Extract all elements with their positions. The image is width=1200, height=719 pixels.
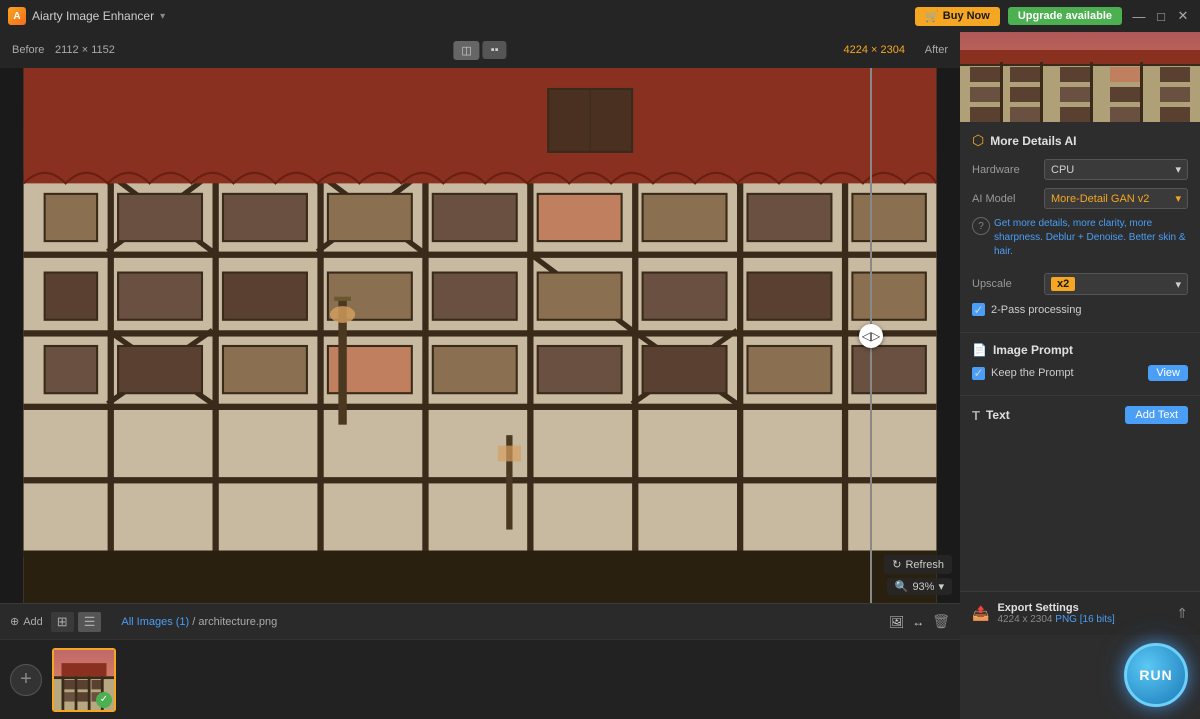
thumb-checkmark: ✓ bbox=[96, 692, 112, 708]
minimize-button[interactable]: — bbox=[1130, 7, 1148, 25]
filmstrip-thumbnail[interactable]: ✓ bbox=[52, 648, 116, 712]
section-header: ⬡ More Details AI bbox=[972, 132, 1188, 149]
image-prompt-section: 📄 Image Prompt ✓ Keep the Prompt View bbox=[960, 333, 1200, 396]
export-details: 4224 x 2304 PNG [16 bits] bbox=[997, 614, 1114, 625]
filename: architecture.png bbox=[198, 616, 277, 628]
export-section: 📤 Export Settings 4224 x 2304 PNG [16 bi… bbox=[960, 591, 1200, 635]
size-after: 4224 × 2304 bbox=[844, 44, 905, 56]
zoom-dropdown-icon: ▾ bbox=[938, 580, 944, 593]
image-icon: 🖼 bbox=[889, 615, 904, 629]
app-icon: A bbox=[8, 7, 26, 25]
add-text-button[interactable]: Add Text bbox=[1125, 406, 1188, 424]
keep-prompt-checkbox[interactable]: ✓ bbox=[972, 367, 985, 380]
filmstrip: + bbox=[0, 639, 960, 719]
export-expand-button[interactable]: ⇑ bbox=[1176, 605, 1188, 622]
sidebar-preview bbox=[960, 32, 1200, 122]
close-button[interactable]: ✕ bbox=[1174, 7, 1192, 25]
ai-model-row: AI Model More-Detail GAN v2 ▾ bbox=[972, 188, 1188, 209]
app-title: Aiarty Image Enhancer bbox=[32, 9, 154, 23]
all-images-link[interactable]: All Images (1) bbox=[121, 616, 189, 628]
viewer-topbar: Before 2112 × 1152 ◫ ▪▪ 4224 × 2304 Afte… bbox=[0, 32, 960, 68]
compare-side-button[interactable]: ▪▪ bbox=[483, 41, 507, 59]
viewer-actions-overlay: ↻ Refresh 🔍 93% ▾ bbox=[884, 555, 952, 595]
upscale-dropdown-icon: ▾ bbox=[1175, 278, 1181, 291]
run-button-container: RUN bbox=[960, 635, 1200, 719]
buy-icon: 🛒 bbox=[925, 10, 939, 23]
after-label: After bbox=[925, 44, 948, 56]
keep-prompt-row: ✓ Keep the Prompt View bbox=[972, 365, 1188, 381]
compare-split-button[interactable]: ◫ bbox=[453, 41, 479, 60]
strip-right: 🖼 ↔ 🗑 bbox=[889, 613, 950, 630]
add-button[interactable]: ⊕ Add bbox=[10, 615, 43, 628]
hardware-label: Hardware bbox=[972, 164, 1044, 176]
more-details-icon: ⬡ bbox=[972, 132, 984, 149]
buy-now-button[interactable]: 🛒 Buy Now bbox=[915, 7, 1000, 26]
grid-view-button[interactable]: ⊞ bbox=[51, 612, 74, 632]
text-section-title: Text bbox=[986, 408, 1010, 422]
list-view-button[interactable]: ☰ bbox=[78, 612, 102, 632]
text-header: T Text Add Text bbox=[972, 406, 1188, 424]
section-title: More Details AI bbox=[990, 134, 1076, 148]
upscale-row: Upscale x2 ▾ bbox=[972, 273, 1188, 295]
keep-prompt-label: Keep the Prompt bbox=[991, 367, 1074, 379]
run-button[interactable]: RUN bbox=[1124, 643, 1188, 707]
upgrade-button[interactable]: Upgrade available bbox=[1008, 7, 1122, 25]
view-mode-buttons: ⊞ ☰ bbox=[51, 612, 102, 632]
resize-icon: ↔ bbox=[912, 615, 924, 629]
export-info: 📤 Export Settings 4224 x 2304 PNG [16 bi… bbox=[972, 602, 1115, 625]
ai-description-row: ? Get more details, more clarity, more s… bbox=[972, 217, 1188, 265]
maximize-button[interactable]: □ bbox=[1152, 7, 1170, 25]
compare-toggle: ◫ ▪▪ bbox=[453, 41, 506, 60]
hardware-select[interactable]: CPU ▾ bbox=[1044, 159, 1188, 180]
image-prompt-title: Image Prompt bbox=[993, 343, 1073, 357]
sidebar: ⬡ More Details AI Hardware CPU ▾ AI Mode… bbox=[960, 32, 1200, 719]
ai-model-select[interactable]: More-Detail GAN v2 ▾ bbox=[1044, 188, 1188, 209]
hardware-row: Hardware CPU ▾ bbox=[972, 159, 1188, 180]
viewer-bottom-toolbar: ⊕ Add ⊞ ☰ All Images (1) / architecture.… bbox=[0, 603, 960, 639]
ai-description: Get more details, more clarity, more sha… bbox=[994, 217, 1188, 259]
app-dropdown-arrow[interactable]: ▾ bbox=[160, 11, 165, 22]
upscale-select[interactable]: x2 ▾ bbox=[1044, 273, 1188, 295]
view-prompt-button[interactable]: View bbox=[1148, 365, 1188, 381]
refresh-icon: ↻ bbox=[892, 558, 901, 571]
text-section: T Text Add Text bbox=[960, 396, 1200, 434]
delete-button[interactable]: 🗑 bbox=[932, 613, 950, 630]
add-icon: ⊕ bbox=[10, 615, 19, 628]
refresh-button[interactable]: ↻ Refresh bbox=[884, 555, 952, 574]
hardware-dropdown-icon: ▾ bbox=[1175, 163, 1181, 176]
titlebar-left: A Aiarty Image Enhancer ▾ bbox=[8, 7, 165, 25]
window-controls: — □ ✕ bbox=[1130, 7, 1192, 25]
ai-model-dropdown-icon: ▾ bbox=[1175, 192, 1181, 205]
prompt-header: 📄 Image Prompt bbox=[972, 343, 1188, 357]
filmstrip-add-button[interactable]: + bbox=[10, 664, 42, 696]
comparison-divider[interactable]: ◁▷ bbox=[870, 68, 872, 603]
canvas-area[interactable]: ◁▷ ↻ Refresh 🔍 93% ▾ bbox=[0, 68, 960, 603]
building-illustration bbox=[0, 68, 960, 603]
breadcrumb: All Images (1) / architecture.png bbox=[121, 616, 277, 628]
image-viewer: Before 2112 × 1152 ◫ ▪▪ 4224 × 2304 Afte… bbox=[0, 32, 960, 719]
upscale-label: Upscale bbox=[972, 278, 1044, 290]
export-icon: 📤 bbox=[972, 605, 989, 622]
zoom-control[interactable]: 🔍 93% ▾ bbox=[887, 578, 952, 595]
before-label: Before bbox=[12, 44, 44, 56]
ai-model-label: AI Model bbox=[972, 193, 1044, 205]
text-section-icon: T bbox=[972, 408, 980, 423]
prompt-icon: 📄 bbox=[972, 343, 987, 357]
upscale-value: x2 bbox=[1051, 277, 1075, 291]
two-pass-label: 2-Pass processing bbox=[991, 304, 1082, 316]
export-title: Export Settings bbox=[997, 602, 1114, 614]
sidebar-spacer bbox=[960, 434, 1200, 591]
more-details-section: ⬡ More Details AI Hardware CPU ▾ AI Mode… bbox=[960, 122, 1200, 333]
help-icon[interactable]: ? bbox=[972, 217, 990, 235]
two-pass-checkbox[interactable]: ✓ bbox=[972, 303, 985, 316]
sidebar-preview-image bbox=[960, 32, 1200, 122]
size-before: 2112 × 1152 bbox=[55, 44, 115, 56]
titlebar-right: 🛒 Buy Now Upgrade available — □ ✕ bbox=[915, 7, 1192, 26]
titlebar: A Aiarty Image Enhancer ▾ 🛒 Buy Now Upgr… bbox=[0, 0, 1200, 32]
divider-handle[interactable]: ◁▷ bbox=[859, 324, 883, 348]
two-pass-row: ✓ 2-Pass processing bbox=[972, 303, 1188, 316]
main-content: Before 2112 × 1152 ◫ ▪▪ 4224 × 2304 Afte… bbox=[0, 32, 1200, 719]
zoom-icon: 🔍 bbox=[895, 580, 909, 593]
